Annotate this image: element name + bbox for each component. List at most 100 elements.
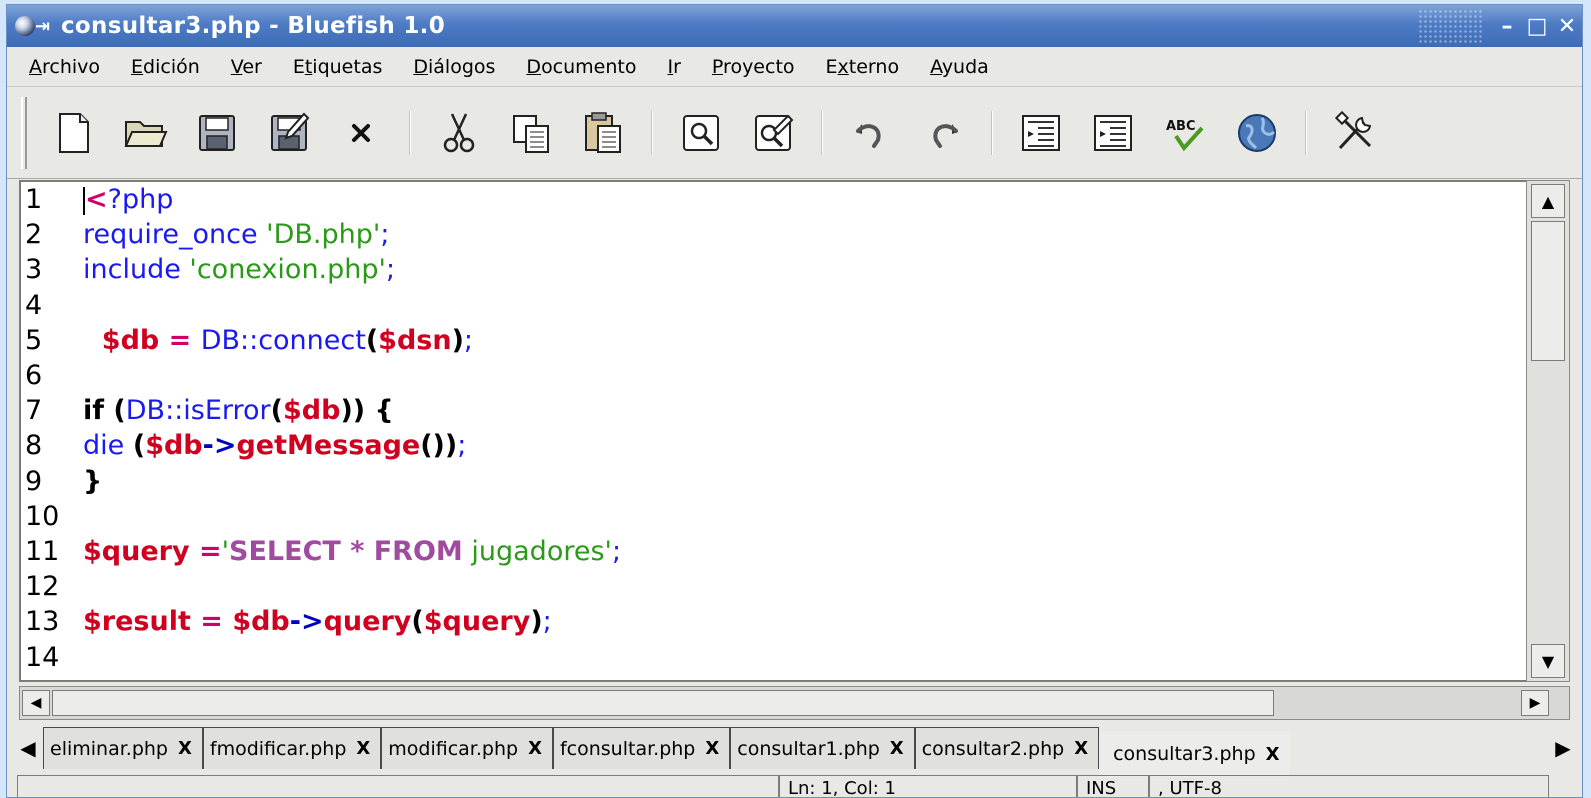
- code-token: (: [365, 324, 379, 356]
- code-token: =: [159, 324, 201, 356]
- undo-button[interactable]: [843, 105, 899, 161]
- maximize-button[interactable]: □: [1522, 14, 1552, 39]
- scroll-right-arrow-icon[interactable]: ▶: [1521, 690, 1549, 716]
- code-token: $db: [232, 606, 290, 638]
- menu-edicion[interactable]: Edición: [131, 56, 200, 78]
- code-token: include: [83, 254, 190, 286]
- unindent-button[interactable]: [1013, 105, 1069, 161]
- code-editor[interactable]: 1 <?php 2 require_once 'DB.php'; 3 include 'c…: [19, 180, 1526, 682]
- tab-close-icon[interactable]: X: [178, 738, 192, 759]
- code-line[interactable]: 14: [21, 639, 1526, 674]
- tab-close-icon[interactable]: X: [1266, 744, 1280, 765]
- open-folder-icon: [124, 120, 168, 147]
- minimize-button[interactable]: –: [1492, 14, 1522, 39]
- line-number: 14: [25, 641, 60, 673]
- tabs-scroll-right-icon[interactable]: ▶: [1548, 723, 1578, 773]
- tab-modificar[interactable]: modificar.php X: [381, 727, 553, 769]
- indent-button[interactable]: [1085, 105, 1141, 161]
- tab-label: consultar1.php: [737, 737, 880, 760]
- code-line[interactable]: 11 $query ='SELECT * FROM jugadores';: [21, 534, 1526, 569]
- code-line[interactable]: 2 require_once 'DB.php';: [21, 217, 1526, 252]
- bluefish-app-icon[interactable]: ⇥: [13, 11, 57, 41]
- code-token: ;: [463, 324, 474, 356]
- menu-archivo[interactable]: Archivo: [29, 56, 100, 78]
- line-number: 1: [25, 184, 43, 216]
- menu-ayuda[interactable]: Ayuda: [930, 56, 989, 78]
- tab-consultar3[interactable]: consultar3.php X: [1099, 731, 1290, 777]
- preferences-button[interactable]: [1327, 105, 1383, 161]
- replace-icon: [755, 114, 794, 151]
- menu-documento[interactable]: Documento: [526, 56, 636, 78]
- code-line[interactable]: 3 include 'conexion.php';: [21, 252, 1526, 287]
- tab-eliminar[interactable]: eliminar.php X: [43, 727, 203, 769]
- tab-label: consultar2.php: [921, 737, 1065, 760]
- paste-button[interactable]: [575, 105, 631, 161]
- code-token: ): [451, 324, 464, 356]
- cursor-position: Ln: 1, Col: 1: [779, 775, 1077, 797]
- tab-close-icon[interactable]: X: [356, 738, 370, 759]
- save-button[interactable]: [189, 105, 245, 161]
- vertical-scrollbar[interactable]: ▲ ▼: [1526, 180, 1570, 682]
- line-number: 10: [25, 500, 60, 532]
- horizontal-scroll-thumb[interactable]: [52, 690, 1274, 716]
- code-line[interactable]: 5 $db = DB::connect($dsn);: [21, 323, 1526, 358]
- scroll-left-arrow-icon[interactable]: ◀: [22, 690, 50, 716]
- menu-proyecto[interactable]: Proyecto: [712, 56, 795, 78]
- line-number: 2: [25, 219, 43, 251]
- tab-close-icon[interactable]: X: [1074, 738, 1088, 759]
- preview-browser-button[interactable]: [1229, 105, 1285, 161]
- save-as-button[interactable]: [261, 105, 317, 161]
- code-token: $dsn: [378, 324, 452, 356]
- toolbar-handle[interactable]: [21, 96, 27, 169]
- redo-button[interactable]: [915, 105, 971, 161]
- tabs-scroll-left-icon[interactable]: ◀: [13, 723, 43, 773]
- tab-close-icon[interactable]: X: [528, 738, 542, 759]
- close-document-button[interactable]: [333, 105, 389, 161]
- tab-fconsultar[interactable]: fconsultar.php X: [552, 727, 731, 769]
- code-token: jugadores': [462, 535, 612, 567]
- code-token: ?php: [107, 184, 174, 216]
- tab-fmodificar[interactable]: fmodificar.php X: [202, 727, 382, 769]
- tab-label: consultar3.php: [1113, 743, 1256, 765]
- new-document-button[interactable]: [45, 105, 101, 161]
- menu-etiquetas[interactable]: Etiquetas: [293, 56, 383, 78]
- code-line[interactable]: 8 die ($db->getMessage());: [21, 428, 1526, 463]
- code-line[interactable]: 1 <?php: [21, 182, 1526, 217]
- code-line[interactable]: 7 if (DB::isError($db)) {: [21, 393, 1526, 428]
- code-line[interactable]: 9}: [21, 464, 1526, 499]
- code-line[interactable]: 12: [21, 569, 1526, 604]
- code-line[interactable]: 13 $result = $db->query($query);: [21, 604, 1526, 639]
- tab-consultar1[interactable]: consultar1.php X: [730, 727, 915, 769]
- close-button[interactable]: ✕: [1552, 14, 1582, 39]
- scroll-up-arrow-icon[interactable]: ▲: [1531, 184, 1565, 218]
- menu-externo[interactable]: Externo: [826, 56, 900, 78]
- title-bar[interactable]: ⇥ consultar3.php - Bluefish 1.0 – □ ✕: [7, 5, 1582, 47]
- copy-button[interactable]: [503, 105, 559, 161]
- menu-ir[interactable]: Ir: [668, 56, 681, 78]
- code-line[interactable]: 6: [21, 358, 1526, 393]
- spellcheck-button[interactable]: ABC: [1157, 105, 1213, 161]
- new-document-icon: [59, 112, 89, 153]
- find-button[interactable]: [673, 105, 729, 161]
- tab-close-icon[interactable]: X: [890, 738, 904, 759]
- horizontal-scrollbar[interactable]: ◀ ▶: [19, 686, 1570, 720]
- menu-ver[interactable]: Ver: [231, 56, 262, 78]
- line-number: 8: [25, 430, 43, 462]
- line-number: 9: [25, 465, 43, 497]
- cut-button[interactable]: [431, 105, 487, 161]
- tab-consultar2[interactable]: consultar2.php X: [914, 727, 1100, 769]
- pin-icon: ⇥: [35, 16, 51, 37]
- menu-dialogos[interactable]: Diálogos: [413, 56, 495, 78]
- code-token: 'conexion.php': [189, 254, 386, 286]
- tab-close-icon[interactable]: X: [705, 738, 719, 759]
- replace-button[interactable]: [745, 105, 801, 161]
- code-token: DB::isError: [125, 395, 271, 427]
- code-line[interactable]: 4: [21, 288, 1526, 323]
- code-text: $query ='SELECT * FROM jugadores';: [81, 534, 621, 569]
- code-token: die: [83, 430, 133, 462]
- code-line[interactable]: 10: [21, 499, 1526, 534]
- vertical-scroll-thumb[interactable]: [1531, 221, 1565, 361]
- code-text: }: [81, 464, 102, 499]
- scroll-down-arrow-icon[interactable]: ▼: [1531, 644, 1565, 678]
- open-button[interactable]: [117, 105, 173, 161]
